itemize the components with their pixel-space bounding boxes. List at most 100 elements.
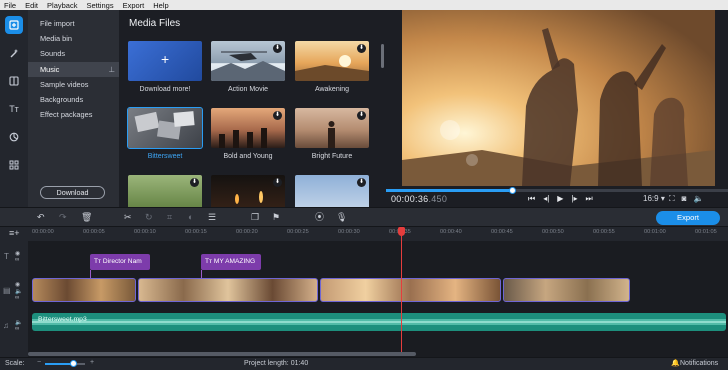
trash-icon[interactable]: 🗑 [81, 212, 92, 222]
filters-tool-button[interactable] [5, 44, 23, 62]
download-more-tile[interactable]: + [128, 41, 202, 81]
link-icon[interactable]: ∞ [15, 295, 19, 301]
media-scrollbar[interactable] [381, 44, 384, 68]
category-sounds[interactable]: Sounds [28, 46, 119, 61]
title-clip[interactable]: Tт MY AMAZING [201, 254, 261, 270]
title-clip[interactable]: Tт Director Nam [90, 254, 150, 270]
download-icon[interactable]: ⬇ [273, 111, 282, 120]
cut-icon[interactable]: ✂ [124, 212, 132, 222]
scale-slider-handle[interactable] [70, 360, 77, 367]
menu-export[interactable]: Export [123, 1, 145, 10]
ruler-tick-label: 00:01:05 [695, 229, 717, 235]
rotate-icon[interactable]: ↻ [145, 212, 153, 222]
category-file-import[interactable]: File import [28, 16, 119, 31]
category-effect-packages[interactable]: Effect packages [28, 107, 119, 122]
snapshot-camera-icon[interactable]: ◙ [682, 194, 687, 204]
volume-icon[interactable]: 🔈 [693, 194, 703, 204]
category-label: Effect packages [40, 110, 93, 119]
menu-edit[interactable]: Edit [25, 1, 38, 10]
overlay-icon[interactable]: ❐ [251, 212, 259, 222]
preview-progress-handle[interactable] [508, 187, 516, 194]
bell-icon[interactable]: 🔔 [671, 359, 680, 367]
import-tool-button[interactable] [5, 16, 23, 34]
titles-tool-button[interactable]: Tт [5, 100, 23, 118]
download-icon[interactable]: ⬇ [273, 178, 282, 187]
transitions-tool-button[interactable] [5, 72, 23, 90]
playhead-line[interactable] [401, 227, 402, 354]
audio-clip[interactable]: Bittersweet.mp3 [32, 313, 726, 331]
step-back-icon[interactable]: ◂| [543, 194, 549, 204]
play-icon[interactable]: ▶ [557, 194, 563, 204]
location-pin-icon[interactable]: ⦿ [315, 212, 324, 222]
media-tile-bold-and-young[interactable]: ⬇ [211, 108, 285, 148]
mute-icon[interactable]: 🔈 [15, 288, 22, 295]
scale-slider[interactable] [45, 360, 85, 367]
download-button[interactable]: Download [40, 186, 105, 199]
download-icon[interactable]: ⬇ [273, 44, 282, 53]
zoom-out-icon[interactable]: − [37, 359, 41, 366]
video-clip[interactable] [320, 278, 501, 302]
marker-flag-icon[interactable]: ⚑ [272, 212, 280, 222]
media-tile-row3-c[interactable]: ⬇ [295, 175, 369, 207]
magic-wand-icon [10, 49, 18, 58]
mute-icon[interactable]: 🔈 [15, 319, 22, 326]
category-media-bin[interactable]: Media bin [28, 31, 119, 46]
media-tile-row3-a[interactable]: ⬇ [128, 175, 202, 207]
visibility-eye-icon[interactable]: ◉ [15, 281, 20, 288]
video-clip[interactable] [503, 278, 630, 302]
titles-icon: Tт [205, 258, 214, 265]
category-label: Sample videos [40, 80, 89, 89]
video-clip[interactable] [32, 278, 136, 302]
skip-end-icon[interactable]: ⏭ [586, 194, 593, 204]
microphone-icon[interactable]: 🎙 [336, 212, 347, 222]
video-clip[interactable] [138, 278, 318, 302]
audio-clip-label: Bittersweet.mp3 [38, 316, 87, 323]
category-music[interactable]: Music ⊥ [28, 62, 119, 77]
download-icon[interactable]: ⬇ [357, 178, 366, 187]
media-tile-bright-future[interactable]: ⬇ [295, 108, 369, 148]
edit-toolbar: ↶ ↷ 🗑 ✂ ↻ ⌗ ◐ ☰ ❐ ⚑ ⦿ 🎙 Export [0, 207, 728, 227]
notifications-link[interactable]: Notifications [680, 360, 718, 367]
timecode-ms: .450 [428, 194, 448, 204]
color-adjust-icon[interactable]: ◐ [188, 212, 193, 222]
timeline-tracks[interactable]: Tт Director Nam Tт MY AMAZING Bitterswee… [28, 241, 728, 357]
preview-progress-fill [386, 189, 513, 192]
add-track-icon[interactable]: ≡+ [9, 228, 20, 238]
video-preview[interactable] [402, 10, 715, 186]
redo-icon[interactable]: ↷ [59, 212, 67, 222]
aspect-ratio-select[interactable]: 16:9 ▾ [643, 194, 665, 203]
tile-label: Download more! [139, 86, 191, 93]
menu-help[interactable]: Help [153, 1, 168, 10]
more-tools-button[interactable] [5, 156, 23, 174]
skip-start-icon[interactable]: ⏮ [528, 194, 535, 204]
visibility-eye-icon[interactable]: ◉ [15, 250, 20, 257]
menu-playback[interactable]: Playback [47, 1, 77, 10]
preview-progress-bar[interactable] [386, 187, 728, 194]
category-sample-videos[interactable]: Sample videos [28, 77, 119, 92]
download-icon[interactable]: ⬇ [357, 111, 366, 120]
category-backgrounds[interactable]: Backgrounds [28, 92, 119, 107]
menu-settings[interactable]: Settings [86, 1, 113, 10]
export-button[interactable]: Export [656, 211, 720, 225]
download-icon[interactable]: ⬇ [357, 44, 366, 53]
stickers-tool-button[interactable] [5, 128, 23, 146]
playhead-handle[interactable] [398, 227, 405, 236]
menu-file[interactable]: File [4, 1, 16, 10]
timecode-display: 00:00:36.450 [391, 194, 447, 204]
crop-icon[interactable]: ⌗ [167, 212, 172, 222]
timeline-ruler[interactable]: ≡+ 00:00:00 00:00:05 00:00:10 00:00:15 00:00… [0, 227, 728, 241]
zoom-in-icon[interactable]: + [90, 359, 94, 366]
fullscreen-icon[interactable]: ⛶ [669, 194, 675, 204]
link-icon[interactable]: ∞ [15, 257, 19, 263]
step-forward-icon[interactable]: |▸ [571, 194, 577, 204]
media-tile-awakening[interactable]: ⬇ [295, 41, 369, 81]
media-tile-action-movie[interactable]: ⬇ [211, 41, 285, 81]
timeline-scrollbar[interactable] [28, 352, 416, 356]
media-tile-row3-b[interactable]: ⬇ [211, 175, 285, 207]
link-icon[interactable]: ∞ [15, 326, 19, 332]
clip-properties-icon[interactable]: ☰ [208, 212, 216, 222]
pin-icon[interactable]: ⊥ [109, 62, 115, 77]
undo-icon[interactable]: ↶ [37, 212, 45, 222]
media-tile-bittersweet[interactable] [127, 107, 203, 149]
download-icon[interactable]: ⬇ [190, 178, 199, 187]
